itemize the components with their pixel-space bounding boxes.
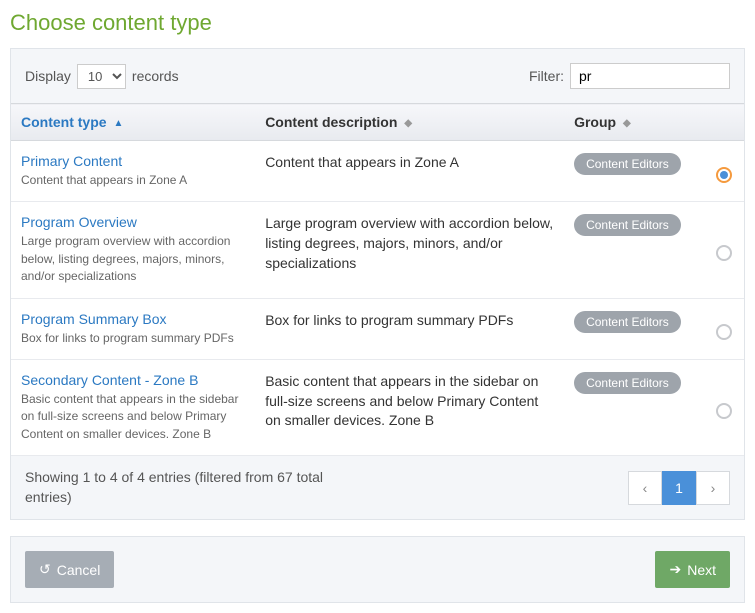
select-radio[interactable]	[716, 324, 732, 340]
col-header-content-type[interactable]: Content type ▲	[11, 104, 255, 141]
group-badge: Content Editors	[574, 311, 681, 333]
pager-next[interactable]: ›	[696, 471, 730, 505]
col-header-description[interactable]: Content description ◆	[255, 104, 564, 141]
display-length: Display 10 records	[25, 64, 179, 89]
arrow-right-icon: ➔	[669, 561, 681, 578]
select-radio[interactable]	[716, 245, 732, 261]
content-type-sub: Content that appears in Zone A	[21, 172, 245, 189]
undo-icon: ↺	[39, 561, 51, 578]
content-type-sub: Box for links to program summary PDFs	[21, 330, 245, 347]
actions-bar: ↺ Cancel ➔ Next	[10, 536, 745, 603]
select-radio[interactable]	[716, 403, 732, 419]
controls-row: Display 10 records Filter:	[11, 49, 744, 103]
filter-input[interactable]	[570, 63, 730, 89]
sort-asc-icon: ▲	[113, 118, 123, 129]
next-label: Next	[687, 562, 716, 578]
filter-wrap: Filter:	[529, 63, 730, 89]
display-label-after: records	[132, 68, 179, 84]
next-button[interactable]: ➔ Next	[655, 551, 730, 588]
content-table: Content type ▲ Content description ◆ Gro…	[11, 103, 744, 456]
table-row: Program Summary Box Box for links to pro…	[11, 298, 744, 359]
cancel-label: Cancel	[57, 562, 101, 578]
pager-page-1[interactable]: 1	[662, 471, 696, 505]
group-badge: Content Editors	[574, 153, 681, 175]
col-header-group[interactable]: Group ◆	[564, 104, 704, 141]
content-description: Basic content that appears in the sideba…	[265, 372, 554, 431]
content-type-link[interactable]: Secondary Content - Zone B	[21, 372, 245, 388]
content-type-sub: Basic content that appears in the sideba…	[21, 391, 245, 443]
showing-info: Showing 1 to 4 of 4 entries (filtered fr…	[25, 468, 325, 507]
sort-both-icon: ◆	[623, 118, 631, 129]
content-type-link[interactable]: Program Overview	[21, 214, 245, 230]
col-header-select	[704, 104, 744, 141]
content-description: Content that appears in Zone A	[265, 153, 554, 173]
col-header-label: Content type	[21, 114, 107, 130]
content-type-sub: Large program overview with accordion be…	[21, 233, 245, 285]
table-row: Primary Content Content that appears in …	[11, 141, 744, 202]
content-type-link[interactable]: Primary Content	[21, 153, 245, 169]
sort-both-icon: ◆	[404, 118, 412, 129]
col-header-label: Group	[574, 114, 616, 130]
content-description: Large program overview with accordion be…	[265, 214, 554, 273]
display-label-before: Display	[25, 68, 71, 84]
content-description: Box for links to program summary PDFs	[265, 311, 554, 331]
col-header-label: Content description	[265, 114, 397, 130]
table-footer: Showing 1 to 4 of 4 entries (filtered fr…	[11, 456, 744, 519]
filter-label: Filter:	[529, 68, 564, 84]
page-title: Choose content type	[0, 0, 755, 48]
table-row: Program Overview Large program overview …	[11, 202, 744, 298]
cancel-button[interactable]: ↺ Cancel	[25, 551, 114, 588]
pager: ‹ 1 ›	[628, 471, 730, 505]
content-panel: Display 10 records Filter: Content type …	[10, 48, 745, 520]
table-row: Secondary Content - Zone B Basic content…	[11, 359, 744, 455]
group-badge: Content Editors	[574, 214, 681, 236]
pager-prev[interactable]: ‹	[628, 471, 662, 505]
group-badge: Content Editors	[574, 372, 681, 394]
display-select[interactable]: 10	[77, 64, 126, 89]
content-type-link[interactable]: Program Summary Box	[21, 311, 245, 327]
select-radio[interactable]	[716, 167, 732, 183]
